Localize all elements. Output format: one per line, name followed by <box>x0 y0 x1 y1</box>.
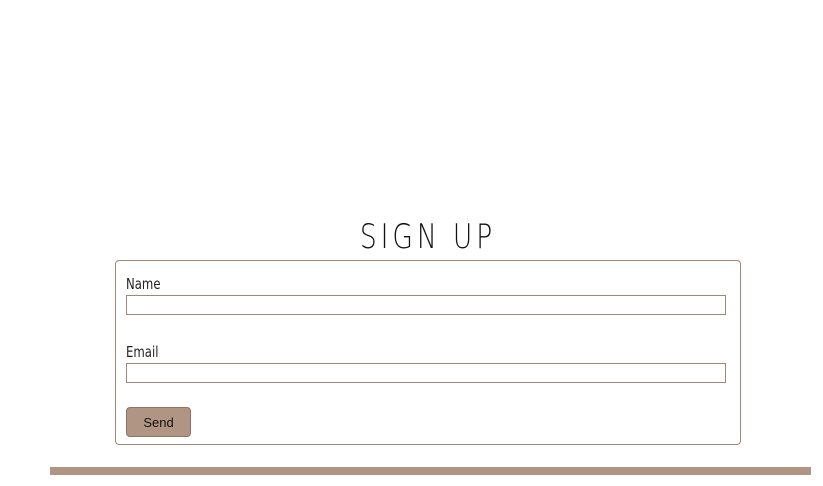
name-label: Name <box>126 275 161 293</box>
send-button[interactable]: Send <box>126 407 191 437</box>
name-input[interactable] <box>126 295 726 315</box>
email-input[interactable] <box>126 363 726 383</box>
footer-divider <box>50 467 811 475</box>
page-title: SIGN UP <box>359 217 497 257</box>
email-label: Email <box>126 343 159 361</box>
signup-form: Name Email Send <box>115 260 741 445</box>
